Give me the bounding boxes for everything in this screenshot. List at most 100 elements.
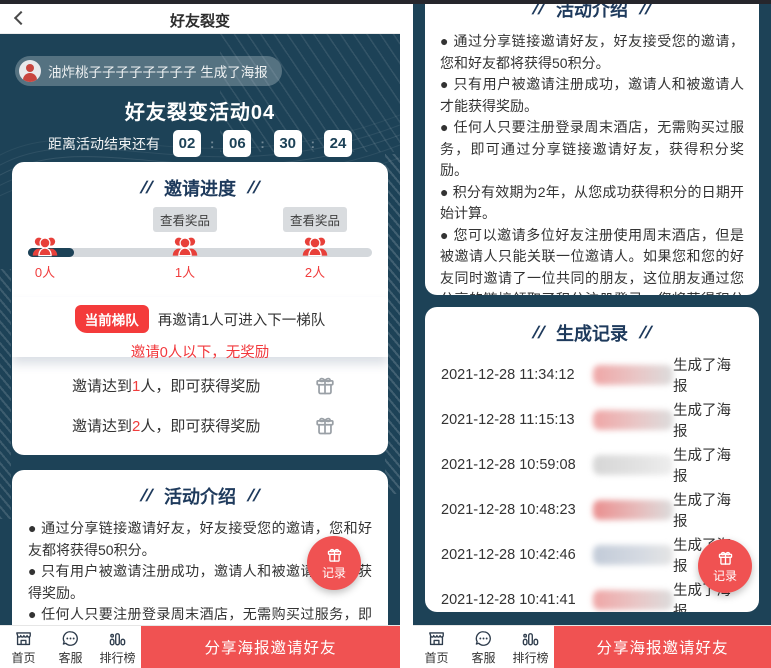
no-reward-text: 邀请0人以下，无奖励 <box>12 341 388 362</box>
poster-toast: 油炸桃子子子子子子子子 生成了海报 <box>15 56 282 86</box>
card-title: // 活动介绍 // <box>28 483 372 509</box>
activity-intro-card: // 活动介绍 // ● 通过分享链接邀请好友，好友接受您的邀请，您和好友都将获… <box>425 0 759 295</box>
nav-item-home[interactable]: 首页 <box>0 626 47 668</box>
title-slash-icon: // <box>139 178 154 198</box>
milestone-label-0: 0人 <box>15 262 75 281</box>
countdown-seconds: 24 <box>324 130 352 157</box>
gift-icon <box>326 546 343 563</box>
edge-stripes-left-decoration <box>0 269 11 519</box>
nav-item-home[interactable]: 首页 <box>413 626 460 668</box>
bar-chart-icon <box>521 629 540 648</box>
friend-fission-page: 好友裂变 油炸桃子子子子子子子子 生成了海报 好友裂变活动04 距离活动结束还有… <box>0 0 771 668</box>
milestone-label-2: 2人 <box>285 262 345 281</box>
title-slash-icon: // <box>638 323 653 343</box>
home-shop-icon <box>427 629 446 648</box>
avatar <box>19 60 41 82</box>
people-group-icon <box>31 234 59 258</box>
title-slash-icon: // <box>246 178 261 198</box>
record-row: 2021-12-28 11:15:13 生成了海报 <box>425 397 759 442</box>
record-row: 2021-12-28 10:59:08 生成了海报 <box>425 442 759 487</box>
intro-bullets: ● 通过分享链接邀请好友，好友接受您的邀请，您和好友都将获得50积分。 ● 只有… <box>440 31 744 295</box>
intro-bullet: ● 只有用户被邀请注册成功，邀请人和被邀请人才能获得奖励。 <box>440 74 744 117</box>
home-shop-icon <box>14 629 33 648</box>
record-time: 2021-12-28 10:59:08 <box>441 457 593 473</box>
intro-bullet: ● 通过分享链接邀请好友，好友接受您的邀请，您和好友都将获得50积分。 <box>440 31 744 74</box>
countdown-minutes: 30 <box>274 130 302 157</box>
top-crop-strip <box>0 0 771 4</box>
card-title: // 邀请进度 // <box>12 175 388 201</box>
record-time: 2021-12-28 10:42:46 <box>441 547 593 563</box>
card-title: // 生成记录 // <box>425 320 759 346</box>
current-tier-badge: 当前梯队 <box>75 305 149 333</box>
screen-left: 好友裂变 油炸桃子子子子子子子子 生成了海报 好友裂变活动04 距离活动结束还有… <box>0 0 400 668</box>
gift-icon <box>717 549 734 566</box>
title-slash-icon: // <box>139 486 154 506</box>
countdown-days: 02 <box>173 130 201 157</box>
censored-username <box>593 455 673 475</box>
records-title: 生成记录 <box>556 320 628 346</box>
reward-text: 邀请达到2人，即可获得奖励 <box>72 415 260 436</box>
bottom-navbar: 首页 客服 排行榜 分享海报邀请好友 <box>0 625 400 668</box>
record-time: 2021-12-28 10:48:23 <box>441 502 593 518</box>
nav-item-service[interactable]: 客服 <box>460 626 507 668</box>
nav-item-ranking[interactable]: 排行榜 <box>507 626 554 668</box>
activity-intro-title: 活动介绍 <box>164 483 236 509</box>
share-poster-button[interactable]: 分享海报邀请好友 <box>554 626 771 668</box>
countdown-label: 距离活动结束还有 <box>48 134 160 154</box>
reward-row: 邀请达到2人，即可获得奖励 <box>12 414 388 436</box>
chat-bubble-icon <box>61 629 80 648</box>
tier-hint-text: 再邀请1人可进入下一梯队 <box>158 309 326 330</box>
censored-username <box>593 545 673 565</box>
share-poster-button[interactable]: 分享海报邀请好友 <box>141 626 400 668</box>
gift-icon <box>314 414 336 436</box>
milestone-label-1: 1人 <box>155 262 215 281</box>
title-slash-icon: // <box>531 323 546 343</box>
record-time: 2021-12-28 10:41:41 <box>441 592 593 608</box>
nav-item-ranking[interactable]: 排行榜 <box>94 626 141 668</box>
intro-bullet: ● 积分有效期为2年，从您成功获得积分的日期开始计算。 <box>440 182 744 225</box>
bottom-navbar: 首页 客服 排行榜 分享海报邀请好友 <box>413 625 771 668</box>
record-time: 2021-12-28 11:15:13 <box>441 412 593 428</box>
invite-progress-title: 邀请进度 <box>164 175 236 201</box>
title-slash-icon: // <box>246 486 261 506</box>
record-time: 2021-12-28 11:34:12 <box>441 367 593 383</box>
censored-username <box>593 500 673 520</box>
countdown-separator: : <box>210 136 214 151</box>
activity-title: 好友裂变活动04 <box>0 96 400 125</box>
appbar: 好友裂变 <box>0 4 400 34</box>
invite-progress-card: // 邀请进度 // 查看奖品 查看奖品 0人 1人 2人 当前梯队 <box>12 162 388 455</box>
records-fab-label: 记录 <box>713 567 737 584</box>
countdown: 距离活动结束还有 02 : 06 : 30 : 24 <box>0 130 400 157</box>
record-row: 2021-12-28 11:34:12 生成了海报 <box>425 352 759 397</box>
countdown-separator: : <box>311 136 315 151</box>
record-action: 生成了海报 <box>673 354 743 396</box>
records-fab-button[interactable]: 记录 <box>698 539 752 593</box>
reward-text: 邀请达到1人，即可获得奖励 <box>72 375 260 396</box>
censored-username <box>593 590 673 610</box>
nav-item-service[interactable]: 客服 <box>47 626 94 668</box>
bar-chart-icon <box>108 629 127 648</box>
intro-bullet: ● 您可以邀请多位好友注册使用周末酒店，但是被邀请人只能关联一位邀请人。如果您和… <box>440 225 744 296</box>
chat-bubble-icon <box>474 629 493 648</box>
gift-icon <box>314 374 336 396</box>
record-action: 生成了海报 <box>673 489 743 531</box>
records-fab-label: 记录 <box>322 564 346 581</box>
record-row: 2021-12-28 10:48:23 生成了海报 <box>425 487 759 532</box>
intro-bullet: ● 任何人只要注册登录周末酒店，无需购买过服务，即可通过分享链接邀请好友，获得积… <box>440 117 744 182</box>
toast-text: 油炸桃子子子子子子子子 生成了海报 <box>48 61 268 81</box>
records-fab-button[interactable]: 记录 <box>307 536 361 590</box>
view-prize-button-1[interactable]: 查看奖品 <box>153 207 217 232</box>
censored-username <box>593 410 673 430</box>
censored-username <box>593 365 673 385</box>
record-action: 生成了海报 <box>673 444 743 486</box>
countdown-separator: : <box>260 136 264 151</box>
people-group-icon <box>301 234 329 258</box>
reward-row: 邀请达到1人，即可获得奖励 <box>12 374 388 396</box>
screen-right: // 活动介绍 // ● 通过分享链接邀请好友，好友接受您的邀请，您和好友都将获… <box>413 0 771 668</box>
view-prize-button-2[interactable]: 查看奖品 <box>283 207 347 232</box>
record-action: 生成了海报 <box>673 399 743 441</box>
people-group-icon <box>171 234 199 258</box>
page-title: 好友裂变 <box>0 10 400 31</box>
countdown-hours: 06 <box>223 130 251 157</box>
current-tier-box: 当前梯队 再邀请1人可进入下一梯队 邀请0人以下，无奖励 <box>12 297 388 357</box>
